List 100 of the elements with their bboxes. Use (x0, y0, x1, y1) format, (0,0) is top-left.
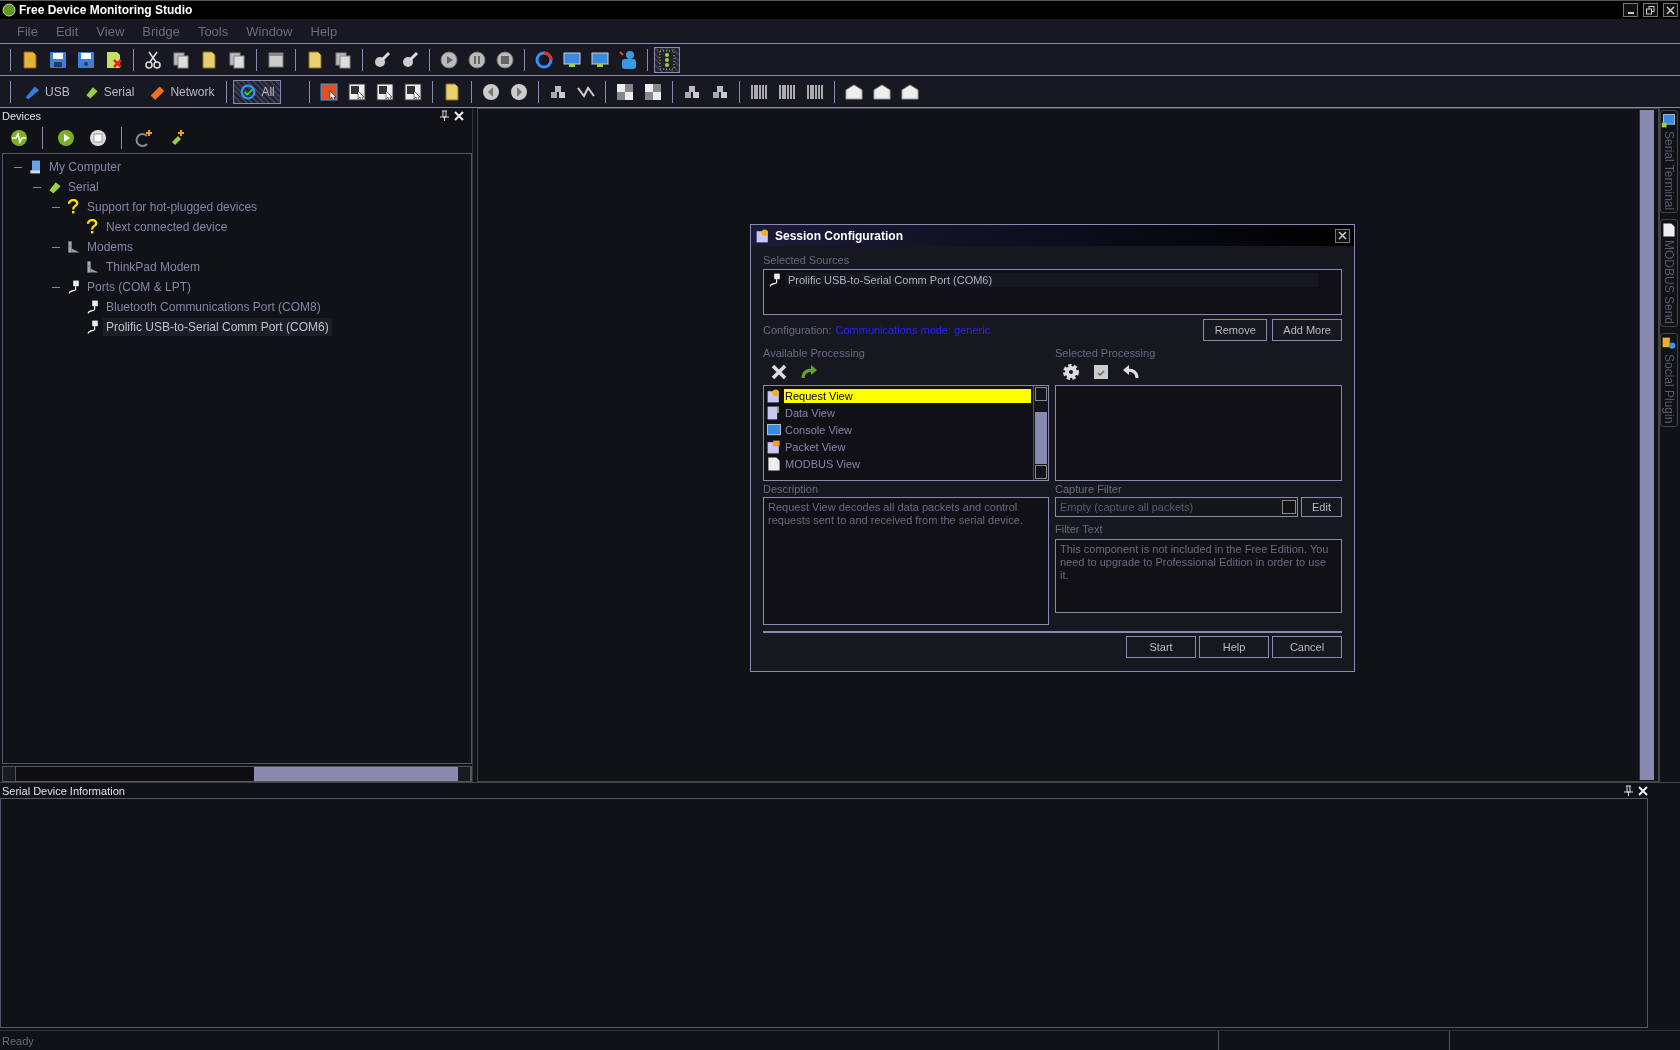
port-connector-icon (66, 279, 82, 295)
checker-icon (642, 81, 663, 102)
document-delete-icon (104, 49, 124, 70)
selection-icon (374, 81, 395, 102)
dialog-button[interactable]: Start (1126, 636, 1196, 658)
section-label: Selected Processing (1055, 347, 1157, 359)
settings-icon (1061, 362, 1081, 382)
source-filter-tab[interactable]: Network (142, 79, 221, 104)
document-icon (199, 49, 219, 70)
check-ring-icon (239, 82, 258, 101)
scissors-icon (143, 49, 163, 70)
pause-icon (467, 49, 487, 70)
menu-item[interactable]: File (8, 23, 47, 39)
dropdown-button[interactable] (1282, 500, 1297, 514)
list-item[interactable]: Data View (784, 405, 1031, 420)
list-item[interactable]: Console View (784, 422, 1031, 437)
back-icon (480, 81, 501, 102)
monitor-icon (590, 49, 610, 70)
modem-icon (66, 239, 82, 255)
close-icon[interactable] (454, 110, 464, 121)
tree-item[interactable]: Bluetooth Communications Port (COM8) (103, 298, 324, 316)
section-label: Selected Sources (763, 254, 851, 266)
document-icon (305, 49, 325, 70)
close-icon (1338, 231, 1347, 240)
status-text: Ready (1, 1034, 35, 1049)
copy-icon (333, 49, 353, 70)
tree-item[interactable]: Modems (84, 238, 136, 256)
modem-icon (85, 259, 101, 275)
restore-icon (1646, 5, 1655, 15)
window-title: Free Device Monitoring Studio (19, 3, 194, 17)
pin-icon[interactable] (1623, 785, 1633, 796)
menu-item[interactable]: Edit (46, 23, 88, 39)
port-connector-icon (767, 272, 783, 288)
side-tab[interactable]: MODBUS Send (1660, 219, 1678, 328)
forward-icon (508, 81, 529, 102)
play-icon (439, 49, 459, 70)
close-button[interactable] (1663, 3, 1678, 17)
menu-item[interactable]: View (87, 23, 134, 39)
selection-icon (346, 81, 367, 102)
pin-icon[interactable] (439, 110, 449, 121)
stop-icon (88, 128, 108, 148)
side-tab[interactable]: Social Plugin (1660, 333, 1678, 427)
document-icon (766, 455, 782, 472)
menu-item[interactable]: Window (237, 23, 302, 39)
list-item[interactable]: Packet View (784, 439, 1031, 454)
dialog-title: Session Configuration (775, 228, 904, 243)
copy-icon (171, 49, 191, 70)
filter-text: This component is not included in the Free Edition. You need to upgrade to Professional Edition in order to use it. (1055, 539, 1342, 613)
source-filter-tab[interactable]: Serial (77, 79, 141, 104)
list-item[interactable]: MODBUS View (784, 456, 1031, 471)
menu-item[interactable]: Bridge (133, 23, 189, 39)
stop-icon (495, 49, 515, 70)
user-icon (618, 49, 638, 70)
tree-item[interactable]: ThinkPad Modem (103, 258, 204, 276)
horizontal-scrollbar[interactable] (2, 766, 472, 782)
checker-icon (614, 81, 635, 102)
app-logo-icon (2, 3, 16, 17)
section-label: Capture Filter (1055, 483, 1123, 495)
list-item[interactable]: Request View (784, 388, 1031, 403)
minimize-button[interactable] (1623, 3, 1638, 17)
tree-item[interactable]: My Computer (46, 158, 125, 176)
restore-button[interactable] (1643, 3, 1658, 17)
new-document-icon (20, 49, 40, 70)
field-label: Configuration: (763, 324, 832, 336)
monitor-plug-icon (1661, 113, 1677, 129)
add-more-button[interactable]: Add More (1272, 319, 1342, 341)
tree-item[interactable]: Next connected device (103, 218, 231, 236)
source-filter-tab[interactable]: USB (17, 79, 76, 104)
pulse-icon (9, 128, 29, 148)
list-item[interactable]: Prolific USB-to-Serial Comm Port (COM6) (786, 273, 1318, 287)
window-icon (266, 49, 286, 70)
section-label: Description (763, 483, 820, 495)
port-connector-icon (85, 319, 101, 335)
source-filter-tab[interactable]: All (233, 79, 281, 104)
vertical-scrollbar[interactable] (1639, 110, 1654, 780)
copy-icon (227, 49, 247, 70)
monitor-icon (562, 49, 582, 70)
tree-item[interactable]: Ports (COM & LPT) (84, 278, 194, 296)
menu-item[interactable]: Help (301, 23, 347, 39)
vertical-scrollbar[interactable] (1033, 386, 1048, 480)
description-text: Request View decodes all data packets and control requests sent to and received from the serial device. (763, 497, 1049, 625)
edit-button[interactable]: Edit (1301, 497, 1342, 517)
dots-icon (657, 49, 677, 70)
document-icon (1661, 222, 1677, 239)
tree-item[interactable]: Serial (65, 178, 102, 196)
close-button[interactable] (1335, 228, 1350, 243)
console-icon (766, 421, 782, 438)
section-label: Available Processing (763, 347, 866, 359)
side-tab[interactable]: Serial Terminal (1660, 110, 1678, 214)
close-icon[interactable] (1638, 785, 1648, 796)
tree-item[interactable]: Prolific USB-to-Serial Comm Port (COM6) (103, 318, 332, 336)
tree-item[interactable]: Support for hot-plugged devices (84, 198, 261, 216)
play-icon (56, 128, 76, 148)
dialog-button[interactable]: Cancel (1272, 636, 1342, 658)
close-icon (1666, 5, 1675, 15)
port-connector-icon (85, 299, 101, 315)
toolbar-button[interactable] (654, 46, 680, 73)
dialog-button[interactable]: Help (1199, 636, 1269, 658)
menu-item[interactable]: Tools (188, 23, 238, 39)
remove-button[interactable]: Remove (1203, 319, 1268, 341)
